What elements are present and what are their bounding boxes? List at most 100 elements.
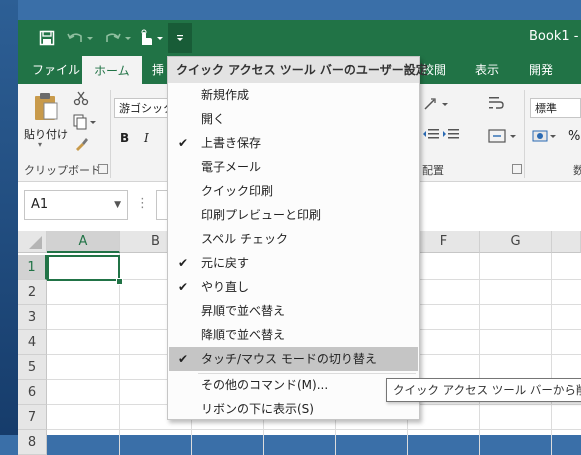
menu-item-more-commands[interactable]: その他のコマンド(M)... bbox=[169, 373, 418, 397]
merge-cells-icon bbox=[488, 129, 516, 143]
desktop-background bbox=[0, 0, 18, 435]
row-header[interactable]: 7 bbox=[18, 405, 47, 430]
menu-item-label: 開く bbox=[201, 112, 226, 126]
title-bar: Book1 - bbox=[18, 20, 581, 56]
customize-qat-button[interactable] bbox=[168, 23, 192, 53]
save-button[interactable] bbox=[36, 26, 58, 50]
row-header[interactable]: 8 bbox=[18, 430, 47, 455]
chevron-down-icon[interactable]: ▼ bbox=[114, 191, 121, 219]
decrease-indent-button[interactable] bbox=[422, 128, 440, 145]
chevron-down-icon bbox=[177, 35, 183, 41]
menu-item-label: 印刷プレビューと印刷 bbox=[201, 208, 322, 222]
row-header[interactable]: 4 bbox=[18, 330, 47, 355]
row-header[interactable]: 2 bbox=[18, 280, 47, 305]
group-divider bbox=[110, 90, 111, 178]
decrease-indent-icon bbox=[423, 129, 439, 139]
menu-item-show-below-ribbon[interactable]: リボンの下に表示(S) bbox=[169, 397, 418, 421]
customize-qat-menu: クイック アクセス ツール バーのユーザー設定 新規作成 開く ✔ 上書き保存 電… bbox=[167, 56, 428, 421]
select-all-triangle-icon bbox=[29, 236, 42, 249]
tab-developer[interactable]: 開発 bbox=[529, 56, 553, 84]
paste-dropdown-icon[interactable]: ▾ bbox=[38, 140, 42, 149]
copy-icon bbox=[73, 114, 96, 130]
menu-item-email[interactable]: 電子メール bbox=[169, 155, 418, 179]
checkmark-icon: ✔ bbox=[178, 352, 189, 366]
cut-button[interactable] bbox=[73, 90, 89, 109]
italic-button[interactable]: I bbox=[144, 131, 149, 145]
menu-item-label: 上書き保存 bbox=[201, 136, 262, 150]
merge-center-button[interactable] bbox=[488, 128, 518, 147]
document-title: Book1 - bbox=[529, 29, 579, 44]
fill-handle[interactable] bbox=[116, 278, 123, 285]
menu-item-label: 新規作成 bbox=[201, 88, 250, 102]
tooltip: クイック アクセス ツール バーから削除 bbox=[386, 378, 581, 402]
scissors-icon bbox=[73, 91, 89, 106]
text-orientation-icon bbox=[424, 98, 448, 110]
paste-label[interactable]: 貼り付け bbox=[24, 126, 68, 142]
save-icon bbox=[39, 30, 55, 46]
touch-hand-icon bbox=[141, 29, 163, 45]
row-header[interactable]: 5 bbox=[18, 355, 47, 380]
copy-button[interactable] bbox=[73, 114, 97, 133]
menu-item-save[interactable]: ✔ 上書き保存 bbox=[169, 131, 418, 155]
menu-item-undo[interactable]: ✔ 元に戻す bbox=[169, 251, 418, 275]
undo-icon bbox=[67, 33, 93, 42]
row-header[interactable]: 3 bbox=[18, 305, 47, 330]
menu-item-touch-mouse-mode[interactable]: ✔ タッチ/マウス モードの切り替え bbox=[169, 347, 418, 371]
number-group-label: 数 bbox=[573, 164, 581, 177]
format-painter-button[interactable] bbox=[73, 136, 89, 155]
row-header[interactable]: 6 bbox=[18, 380, 47, 405]
row-header[interactable]: 1 bbox=[18, 255, 47, 280]
menu-item-sort-ascending[interactable]: 昇順で並べ替え bbox=[169, 299, 418, 323]
wrap-text-icon bbox=[489, 97, 504, 109]
number-format-combo[interactable]: 標準 bbox=[530, 98, 581, 118]
menu-item-label: 昇順で並べ替え bbox=[201, 304, 286, 318]
percent-button[interactable]: % bbox=[568, 129, 580, 144]
select-all-button[interactable] bbox=[18, 231, 47, 253]
alignment-group-label: 配置 bbox=[422, 164, 444, 177]
active-cell-a1[interactable] bbox=[47, 255, 120, 281]
column-header[interactable] bbox=[552, 231, 581, 253]
alignment-launcher-icon[interactable] bbox=[512, 164, 522, 174]
redo-icon bbox=[106, 33, 131, 42]
menu-item-label: 元に戻す bbox=[201, 256, 250, 270]
font-name-combo[interactable]: 游ゴシック bbox=[114, 98, 170, 118]
menu-item-new[interactable]: 新規作成 bbox=[169, 83, 418, 107]
tab-insert[interactable]: 挿 bbox=[152, 56, 164, 84]
currency-button[interactable] bbox=[532, 128, 558, 147]
menu-item-sort-descending[interactable]: 降順で並べ替え bbox=[169, 323, 418, 347]
menu-item-quick-print[interactable]: クイック印刷 bbox=[169, 179, 418, 203]
tab-file[interactable]: ファイル bbox=[32, 56, 80, 84]
name-box-value: A1 bbox=[31, 197, 49, 212]
touch-mouse-mode-button[interactable] bbox=[136, 26, 166, 50]
tab-view[interactable]: 表示 bbox=[475, 56, 499, 84]
checkmark-icon: ✔ bbox=[178, 256, 189, 270]
menu-title: クイック アクセス ツール バーのユーザー設定 bbox=[168, 57, 428, 83]
checkmark-icon: ✔ bbox=[178, 136, 189, 150]
tab-home[interactable]: ホーム bbox=[82, 56, 142, 85]
group-divider bbox=[524, 90, 525, 178]
column-header[interactable]: G bbox=[480, 231, 552, 253]
clipboard-group-label: クリップボード bbox=[24, 164, 101, 177]
column-header[interactable]: A bbox=[47, 231, 120, 253]
name-box[interactable]: A1 ▼ bbox=[24, 190, 128, 220]
clipboard-launcher-icon[interactable] bbox=[98, 164, 108, 174]
menu-item-open[interactable]: 開く bbox=[169, 107, 418, 131]
undo-button[interactable] bbox=[65, 26, 99, 50]
menu-item-label: タッチ/マウス モードの切り替え bbox=[201, 352, 377, 366]
grid-line bbox=[479, 253, 480, 455]
menu-item-redo[interactable]: ✔ やり直し bbox=[169, 275, 418, 299]
wrap-text-button[interactable] bbox=[488, 96, 506, 115]
redo-button[interactable] bbox=[103, 26, 137, 50]
grid-line bbox=[551, 253, 552, 455]
menu-item-label: クイック印刷 bbox=[201, 184, 274, 198]
paste-button[interactable] bbox=[32, 92, 60, 122]
bold-button[interactable]: B bbox=[120, 131, 129, 145]
menu-item-spelling[interactable]: スペル チェック bbox=[169, 227, 418, 251]
menu-item-label: 電子メール bbox=[201, 160, 262, 174]
checkmark-icon: ✔ bbox=[178, 280, 189, 294]
menu-item-label: 降順で並べ替え bbox=[201, 328, 286, 342]
orientation-button[interactable] bbox=[422, 96, 452, 115]
menu-item-print-preview[interactable]: 印刷プレビューと印刷 bbox=[169, 203, 418, 227]
increase-indent-button[interactable] bbox=[442, 128, 460, 145]
grid-line bbox=[47, 429, 581, 430]
